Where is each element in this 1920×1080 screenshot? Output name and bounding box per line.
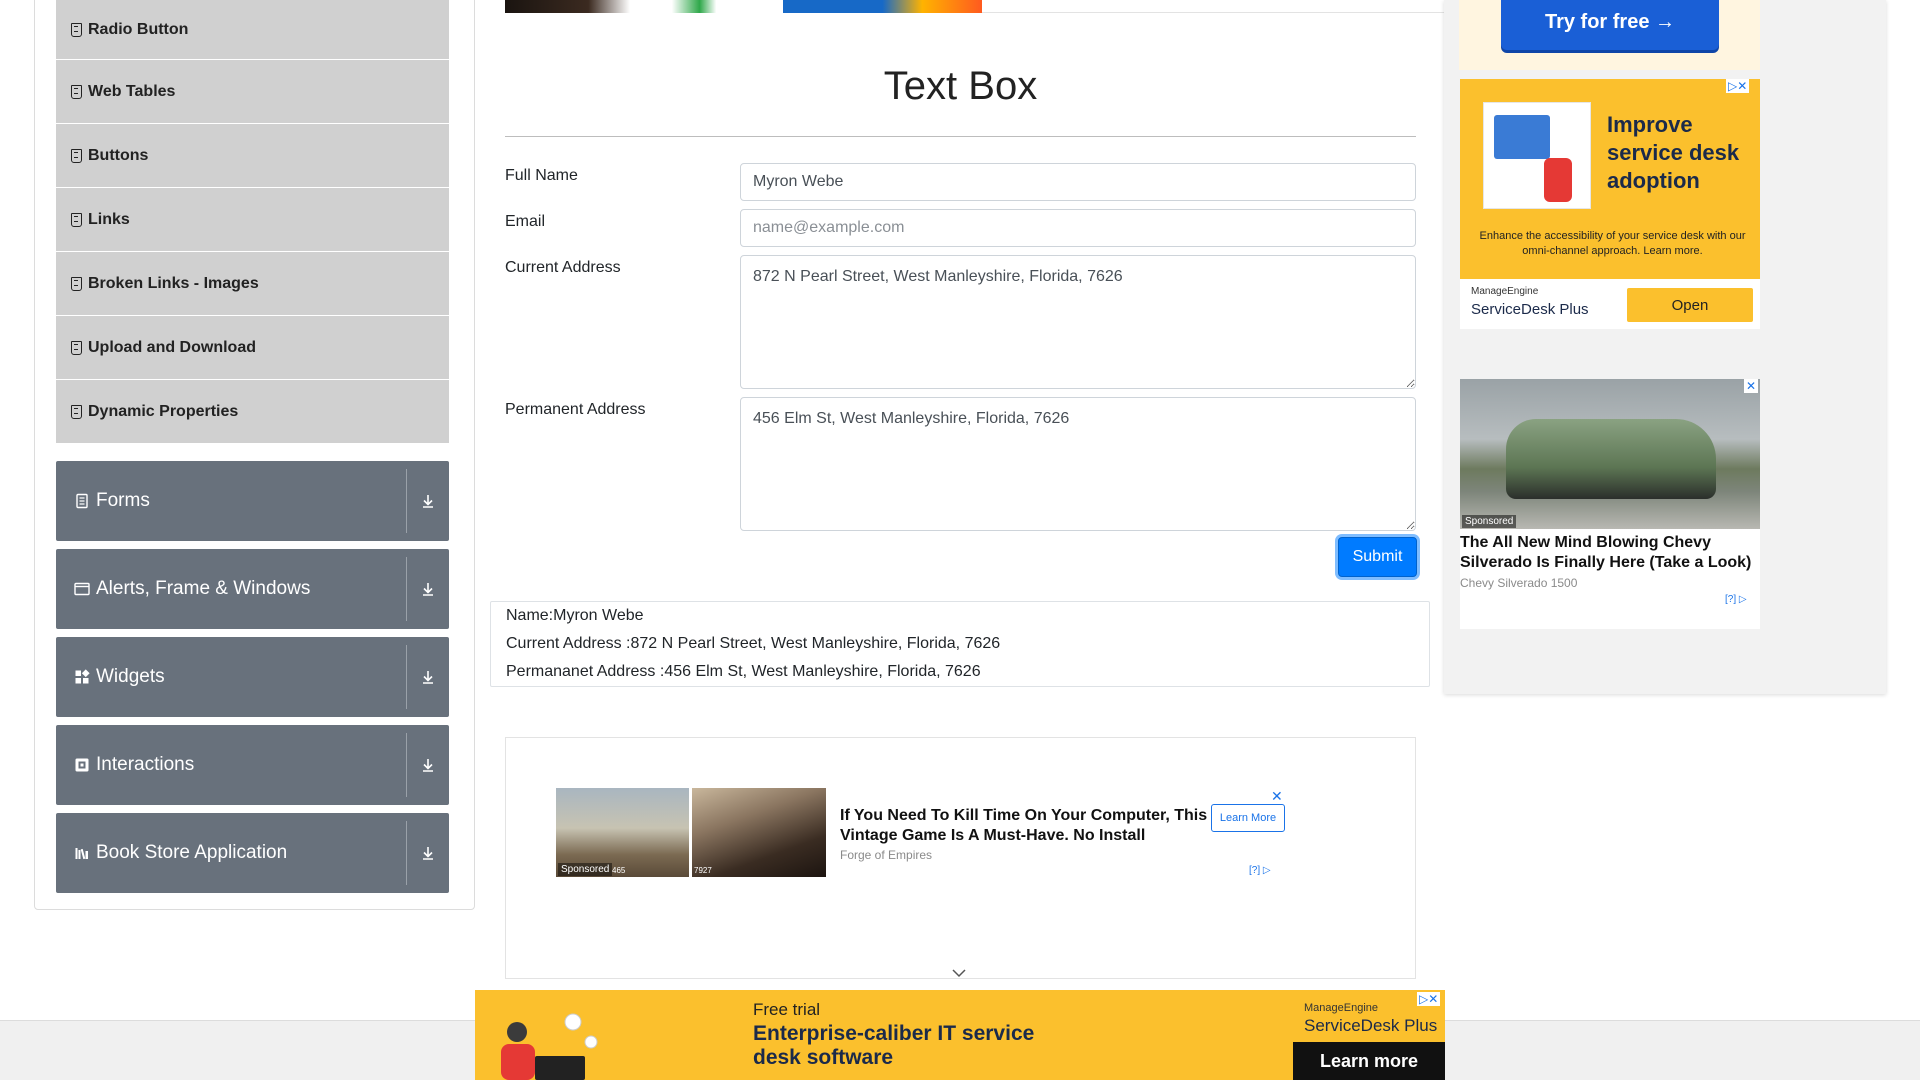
ad-product: ServiceDesk Plus: [1471, 301, 1589, 318]
interactions-icon: [75, 758, 89, 772]
close-icon[interactable]: ✕: [1271, 788, 1283, 805]
ad-headline: Improve service desk adoption: [1607, 112, 1740, 193]
download-icon: [407, 549, 449, 629]
window-icon: [74, 582, 90, 596]
email-label: Email: [505, 213, 546, 230]
output-current-address: Current Address :872 N Pearl Street, Wes…: [506, 635, 1001, 652]
form-icon: [76, 493, 88, 509]
adchoices-close-icon[interactable]: ▷✕: [1417, 992, 1441, 1006]
sidebar-item-broken-links[interactable]: Broken Links - Images: [56, 252, 449, 316]
sidebar-item-web-tables[interactable]: Web Tables: [56, 60, 449, 124]
sidebar-item-label: Broken Links - Images: [88, 274, 259, 292]
ad-company: ManageEngine: [1471, 286, 1539, 297]
sidebar-group-label: Widgets: [96, 666, 165, 687]
car-ad[interactable]: Sponsored ✕ The All New Mind Blowing Che…: [1460, 379, 1760, 629]
ad-headline: Enterprise-caliber IT service desk softw…: [753, 1022, 1035, 1069]
sponsored-label: Sponsored: [1462, 515, 1517, 528]
divider: [505, 136, 1416, 137]
sidebar-group-label: Book Store Application: [96, 842, 288, 863]
ad-image-number: 465: [612, 866, 626, 875]
banner-image-right: [783, 0, 982, 13]
sidebar-item-label: Buttons: [88, 146, 149, 164]
divider: [982, 12, 1446, 13]
page-title: Text Box: [883, 64, 1038, 108]
open-button[interactable]: Open: [1627, 288, 1753, 322]
download-icon: [407, 461, 449, 541]
servicedesk-ad[interactable]: Improve service desk adoption Enhance th…: [1460, 79, 1760, 329]
current-address-label: Current Address: [505, 259, 621, 276]
native-ad[interactable]: Sponsored 465 7927 If You Need To Kill T…: [505, 737, 1416, 979]
adchoices-icon: ▷: [1738, 594, 1747, 605]
ad-image-train: [692, 788, 826, 877]
ad-image-number: 7927: [694, 866, 712, 875]
ad-illustration: [501, 1013, 598, 1080]
download-icon: [407, 813, 449, 893]
close-icon[interactable]: ✕: [1744, 379, 1759, 393]
ad-free-trial: Free trial: [753, 1000, 821, 1019]
sidebar-item-label: Radio Button: [88, 20, 189, 38]
banner-image-left: [505, 0, 783, 13]
top-banner-image[interactable]: [505, 0, 982, 13]
sponsored-label: Sponsored: [558, 863, 613, 876]
sidebar-item-links[interactable]: Links: [56, 188, 449, 252]
book-icon: [75, 848, 88, 860]
ad-brand: Chevy Silverado 1500: [1460, 576, 1578, 590]
current-address-input[interactable]: 872 N Pearl Street, West Manleyshire, Fl…: [740, 255, 1416, 389]
list-item-icon: [70, 149, 82, 163]
ad-company: ManageEngine: [1304, 1002, 1379, 1014]
ad-headline[interactable]: The All New Mind Blowing Chevy Silverado…: [1460, 533, 1760, 573]
ad-info-link[interactable]: [?] ▷: [1249, 865, 1271, 876]
ad-product: ServiceDesk Plus: [1304, 1016, 1438, 1035]
ad-headline[interactable]: If You Need To Kill Time On Your Compute…: [840, 806, 1210, 846]
adchoices-close-icon[interactable]: ▷✕: [1726, 79, 1750, 93]
sidebar-item-label: Upload and Download: [88, 338, 256, 356]
ad-illustration: [1483, 102, 1591, 209]
widgets-icon: [75, 669, 90, 684]
sidebar-group-alerts[interactable]: Alerts, Frame & Windows: [56, 549, 449, 629]
sidebar-group-label: Interactions: [96, 754, 195, 775]
ad-image-truck: [1460, 379, 1760, 529]
list-item-icon: [70, 341, 82, 355]
sidebar-item-upload-download[interactable]: Upload and Download: [56, 316, 449, 380]
sidebar-group-book-store[interactable]: Book Store Application: [56, 813, 449, 893]
permanent-address-label: Permanent Address: [505, 401, 646, 418]
sidebar-item-label: Dynamic Properties: [88, 402, 239, 420]
sidebar-group-label: Alerts, Frame & Windows: [96, 578, 311, 599]
try-for-free-button[interactable]: Try for free →: [1501, 0, 1719, 50]
chevron-down-icon[interactable]: [951, 968, 967, 978]
ad-info-link[interactable]: [?] ▷: [1725, 594, 1747, 605]
output-permanent-address: Permananet Address :456 Elm St, West Man…: [506, 663, 981, 680]
elements-submenu: Radio Button Web Tables Buttons Links Br…: [56, 0, 449, 444]
bottom-banner-ad[interactable]: Free trial Enterprise-caliber IT service…: [475, 990, 1445, 1080]
sidebar-group-forms[interactable]: Forms: [56, 461, 449, 541]
sidebar-item-dynamic-properties[interactable]: Dynamic Properties: [56, 380, 449, 444]
list-item-icon: [70, 23, 82, 37]
list-item-icon: [70, 277, 82, 291]
full-name-label: Full Name: [505, 167, 578, 184]
full-name-input[interactable]: [740, 163, 1416, 201]
list-item-icon: [70, 213, 82, 227]
output-name: Name:Myron Webe: [506, 607, 644, 624]
learn-more-button[interactable]: Learn more: [1293, 1042, 1445, 1080]
list-item-icon: [70, 405, 82, 419]
sidebar-item-radio-button[interactable]: Radio Button: [56, 0, 449, 60]
list-item-icon: [70, 85, 82, 99]
download-icon: [407, 725, 449, 805]
learn-more-button[interactable]: Learn More: [1211, 804, 1285, 832]
ad-subtext: Enhance the accessibility of your servic…: [1479, 230, 1746, 257]
output-panel: Name:Myron Webe Current Address :872 N P…: [490, 601, 1430, 687]
ad-brand: Forge of Empires: [840, 848, 933, 862]
download-icon: [407, 637, 449, 717]
sidebar-item-label: Links: [88, 210, 130, 228]
sidebar-group-interactions[interactable]: Interactions: [56, 725, 449, 805]
submit-button[interactable]: Submit: [1338, 537, 1417, 577]
sidebar-item-label: Web Tables: [88, 82, 176, 100]
sidebar-item-buttons[interactable]: Buttons: [56, 124, 449, 188]
permanent-address-input[interactable]: 456 Elm St, West Manleyshire, Florida, 7…: [740, 397, 1416, 531]
sidebar-group-label: Forms: [96, 490, 150, 511]
email-input[interactable]: [740, 209, 1416, 247]
adchoices-icon: ▷: [1262, 865, 1271, 876]
sidebar-group-widgets[interactable]: Widgets: [56, 637, 449, 717]
